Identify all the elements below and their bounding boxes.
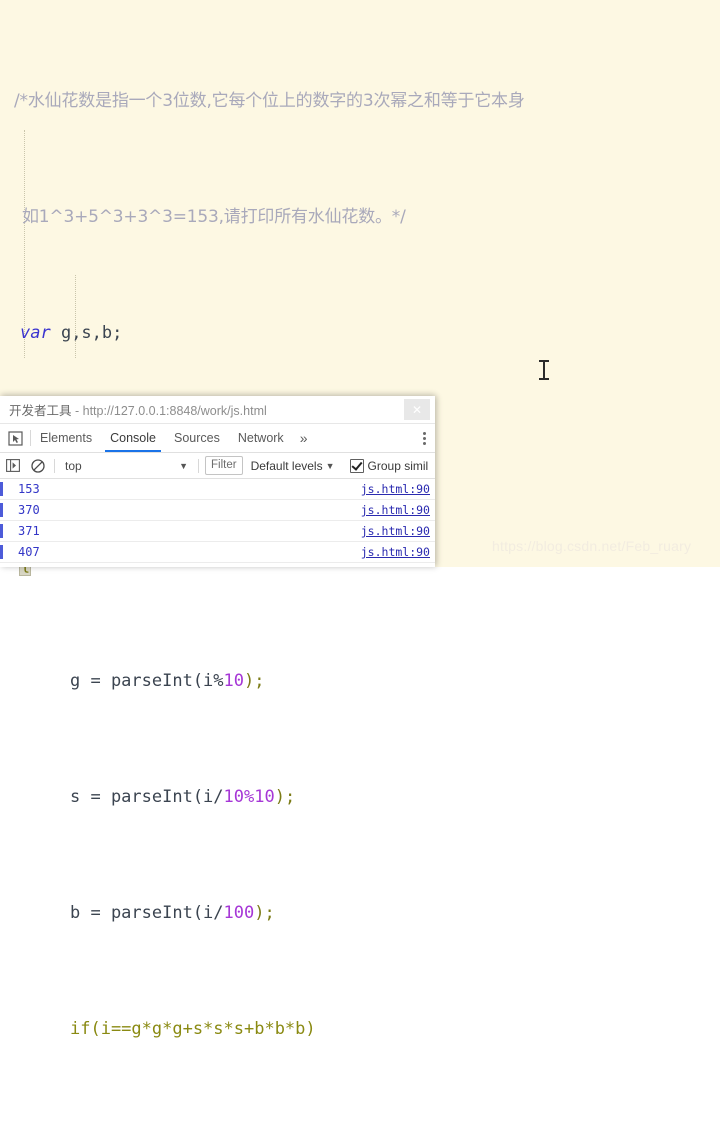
console-message-list[interactable]: 153 js.html:90 370 js.html:90 371 js.htm…: [0, 479, 435, 567]
devtools-title: 开发者工具 - http://127.0.0.1:8848/work/js.ht…: [0, 400, 267, 419]
tab-network[interactable]: Network: [229, 424, 293, 452]
chevron-down-icon: ▼: [179, 460, 188, 471]
csdn-watermark: https://blog.csdn.net/Feb_ruary: [492, 538, 692, 554]
console-input-prompt[interactable]: »: [0, 563, 435, 567]
code-line-assign-b: b = parseInt(i/100);: [70, 903, 275, 923]
console-message-source-link[interactable]: js.html:90: [361, 545, 430, 559]
console-message-value: 407: [18, 545, 40, 559]
divider: [54, 458, 55, 473]
console-message-row[interactable]: 371 js.html:90: [0, 521, 435, 542]
devtools-tabbar[interactable]: Elements Console Sources Network »: [0, 424, 435, 453]
devtools-menu-icon[interactable]: [413, 431, 435, 445]
devtools-title-zh: 开发者工具: [9, 404, 72, 418]
code-line-open-brace-inner: {: [0, 1131, 720, 1134]
console-message-value: 370: [18, 503, 40, 517]
code-line-assign-g: g = parseInt(i%10);: [70, 671, 265, 691]
group-similar-checkbox[interactable]: Group simil: [349, 458, 429, 473]
log-levels-label: Default levels: [250, 458, 323, 473]
group-similar-label: Group simil: [367, 458, 429, 473]
console-message-source-link[interactable]: js.html:90: [361, 503, 430, 517]
chevron-down-icon: ▼: [325, 460, 335, 471]
devtools-titlebar: 开发者工具 - http://127.0.0.1:8848/work/js.ht…: [0, 396, 435, 424]
console-message-row[interactable]: 370 js.html:90: [0, 500, 435, 521]
console-log-levels-dropdown[interactable]: Default levels ▼: [251, 459, 341, 473]
console-message-source-link[interactable]: js.html:90: [361, 482, 430, 496]
console-context-value: top: [65, 458, 82, 473]
inspect-element-icon[interactable]: [0, 424, 30, 452]
console-sidebar-toggle-icon[interactable]: [0, 453, 25, 478]
tab-elements[interactable]: Elements: [31, 424, 101, 452]
console-filter-input[interactable]: Filter: [205, 456, 243, 475]
code-line-assign-s: s = parseInt(i/10%10);: [70, 787, 296, 807]
close-icon[interactable]: ✕: [404, 399, 430, 420]
devtools-window[interactable]: 开发者工具 - http://127.0.0.1:8848/work/js.ht…: [0, 396, 435, 567]
code-line-if: if(i==g*g*g+s*s*s+b*b*b): [70, 1019, 316, 1039]
tab-console[interactable]: Console: [101, 424, 165, 452]
divider: [198, 458, 199, 473]
console-message-row[interactable]: 407 js.html:90: [0, 542, 435, 563]
console-message-value: 371: [18, 524, 40, 538]
console-message-value: 153: [18, 482, 40, 496]
console-message-row[interactable]: 153 js.html:90: [0, 479, 435, 500]
clear-console-icon[interactable]: [25, 453, 50, 478]
checkbox-icon[interactable]: [349, 458, 364, 473]
keyword-var: var: [20, 323, 51, 343]
console-toolbar[interactable]: top ▼ Filter Default levels ▼ Group simi…: [0, 453, 435, 479]
code-line-comment-1: /*水仙花数是指一个3位数,它每个位上的数字的3次幂之和等于它本身: [14, 91, 525, 111]
devtools-title-url: - http://127.0.0.1:8848/work/js.html: [71, 404, 267, 418]
console-message-source-link[interactable]: js.html:90: [361, 524, 430, 538]
tab-sources[interactable]: Sources: [165, 424, 229, 452]
more-tabs-icon[interactable]: »: [293, 424, 315, 452]
code-line-comment-2: 如1^3+5^3+3^3=153,请打印所有水仙花数。*/: [22, 207, 406, 227]
console-context-selector[interactable]: top ▼: [59, 459, 194, 473]
editor-code-area[interactable]: /*水仙花数是指一个3位数,它每个位上的数字的3次幂之和等于它本身 如1^3+5…: [0, 0, 720, 1134]
code-line-var-decl: var g,s,b;: [20, 323, 123, 343]
